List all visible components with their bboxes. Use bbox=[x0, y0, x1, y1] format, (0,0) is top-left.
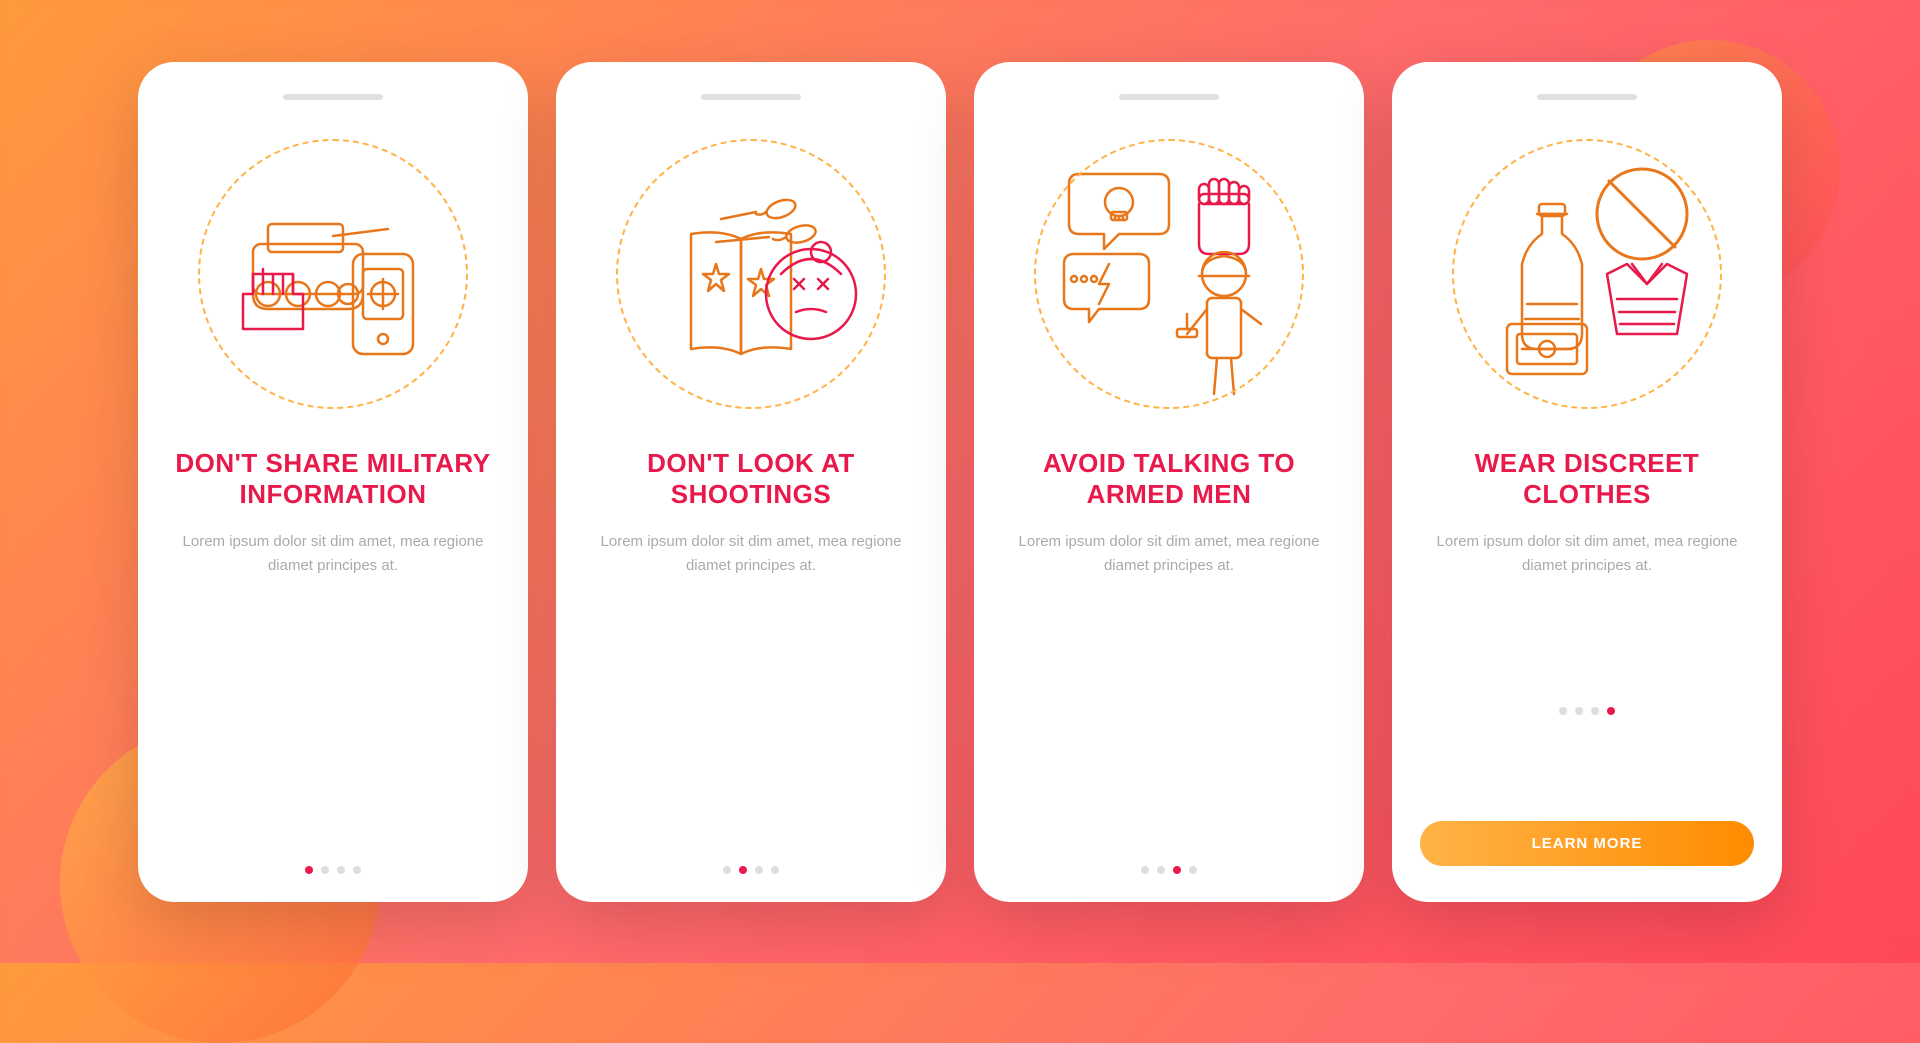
card-2-dots bbox=[723, 842, 779, 874]
dot bbox=[1157, 866, 1165, 874]
card-notch bbox=[701, 94, 801, 100]
card-notch bbox=[1537, 94, 1637, 100]
dashed-circle bbox=[1452, 139, 1722, 409]
dot bbox=[755, 866, 763, 874]
dot bbox=[1141, 866, 1149, 874]
dot-active bbox=[1173, 866, 1181, 874]
card-3-dots bbox=[1141, 842, 1197, 874]
illustration-area-2 bbox=[601, 124, 901, 424]
dashed-circle bbox=[198, 139, 468, 409]
card-discreet-clothes: WEAR DISCREET CLOTHES Lorem ipsum dolor … bbox=[1392, 62, 1782, 902]
card-3-title: AVOID TALKING TO ARMED MEN bbox=[1002, 448, 1336, 510]
dashed-circle bbox=[616, 139, 886, 409]
dot bbox=[1575, 707, 1583, 715]
card-notch bbox=[1119, 94, 1219, 100]
card-4-body: Lorem ipsum dolor sit dim amet, mea regi… bbox=[1420, 530, 1754, 578]
card-notch bbox=[283, 94, 383, 100]
card-1-title: DON'T SHARE MILITARY INFORMATION bbox=[166, 448, 500, 510]
card-1-body: Lorem ipsum dolor sit dim amet, mea regi… bbox=[166, 530, 500, 578]
card-3-body: Lorem ipsum dolor sit dim amet, mea regi… bbox=[1002, 530, 1336, 578]
card-military-info: DON'T SHARE MILITARY INFORMATION Lorem i… bbox=[138, 62, 528, 902]
card-2-body: Lorem ipsum dolor sit dim amet, mea regi… bbox=[584, 530, 918, 578]
learn-more-button[interactable]: LEARN MORE bbox=[1420, 821, 1754, 866]
dot-active bbox=[305, 866, 313, 874]
card-4-title: WEAR DISCREET CLOTHES bbox=[1420, 448, 1754, 510]
dot bbox=[1591, 707, 1599, 715]
illustration-area-4 bbox=[1437, 124, 1737, 424]
dot bbox=[353, 866, 361, 874]
card-armed-men: AVOID TALKING TO ARMED MEN Lorem ipsum d… bbox=[974, 62, 1364, 902]
illustration-area-3 bbox=[1019, 124, 1319, 424]
dot-active bbox=[1607, 707, 1615, 715]
dot bbox=[723, 866, 731, 874]
dot bbox=[337, 866, 345, 874]
dashed-circle bbox=[1034, 139, 1304, 409]
dot bbox=[771, 866, 779, 874]
card-1-dots bbox=[305, 842, 361, 874]
card-4-dots bbox=[1559, 683, 1615, 715]
card-2-title: DON'T LOOK AT SHOOTINGS bbox=[584, 448, 918, 510]
cards-container: DON'T SHARE MILITARY INFORMATION Lorem i… bbox=[138, 62, 1782, 902]
dot bbox=[1559, 707, 1567, 715]
dot bbox=[321, 866, 329, 874]
dot bbox=[1189, 866, 1197, 874]
dot-active bbox=[739, 866, 747, 874]
illustration-area-1 bbox=[183, 124, 483, 424]
card-shootings: DON'T LOOK AT SHOOTINGS Lorem ipsum dolo… bbox=[556, 62, 946, 902]
